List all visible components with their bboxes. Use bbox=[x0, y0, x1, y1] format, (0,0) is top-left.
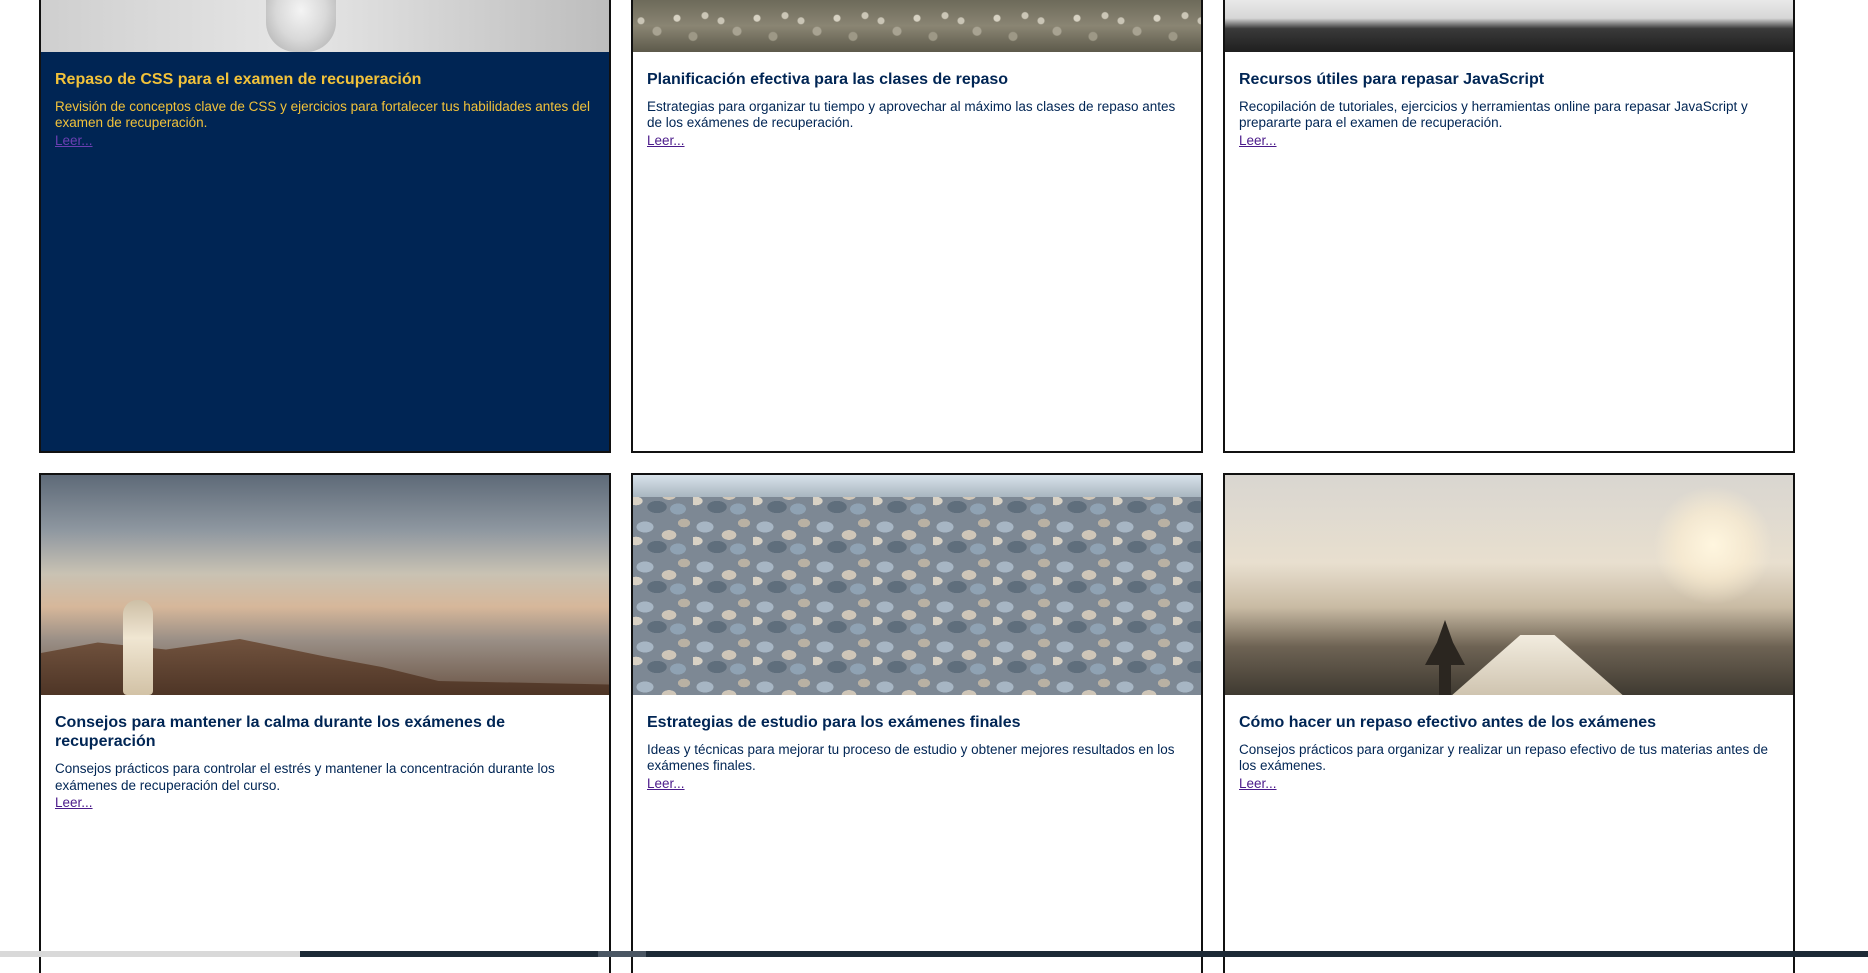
article-card-javascript[interactable]: Recursos útiles para repasar JavaScript … bbox=[1223, 0, 1795, 453]
forest-image bbox=[1225, 0, 1793, 52]
read-more-link[interactable]: Leer... bbox=[1239, 776, 1277, 792]
card-title: Consejos para mantener la calma durante … bbox=[55, 714, 505, 751]
card-title: Recursos útiles para repasar JavaScript bbox=[1239, 71, 1545, 88]
card-title: Planificación efectiva para las clases d… bbox=[647, 71, 1009, 88]
read-more-link[interactable]: Leer... bbox=[55, 795, 93, 811]
card-body: Planificación efectiva para las clases d… bbox=[633, 52, 1201, 150]
taskbar bbox=[0, 951, 1868, 957]
card-body: Cómo hacer un repaso efectivo antes de l… bbox=[1225, 695, 1793, 793]
card-body: Estrategias de estudio para los exámenes… bbox=[633, 695, 1201, 793]
article-card-repaso[interactable]: Cómo hacer un repaso efectivo antes de l… bbox=[1223, 473, 1795, 973]
card-title: Estrategias de estudio para los exámenes… bbox=[647, 714, 1021, 731]
card-description: Ideas y técnicas para mejorar tu proceso… bbox=[647, 742, 1175, 774]
card-body: Repaso de CSS para el examen de recupera… bbox=[41, 52, 609, 150]
card-title: Cómo hacer un repaso efectivo antes de l… bbox=[1239, 714, 1657, 731]
card-description: Consejos prácticos para organizar y real… bbox=[1239, 742, 1769, 774]
read-more-link[interactable]: Leer... bbox=[55, 133, 93, 149]
read-more-link[interactable]: Leer... bbox=[647, 133, 685, 149]
rocks-image bbox=[633, 0, 1201, 52]
read-more-link[interactable]: Leer... bbox=[1239, 133, 1277, 149]
article-card-estrategias[interactable]: Estrategias de estudio para los exámenes… bbox=[631, 473, 1203, 973]
card-description: Consejos prácticos para controlar el est… bbox=[55, 761, 555, 793]
pebbles-image bbox=[633, 475, 1201, 695]
card-description: Recopilación de tutoriales, ejercicios y… bbox=[1239, 99, 1748, 131]
card-body: Consejos para mantener la calma durante … bbox=[41, 695, 609, 812]
card-description: Estrategias para organizar tu tiempo y a… bbox=[647, 99, 1176, 131]
taskbar-segment bbox=[598, 951, 646, 957]
article-card-calma[interactable]: Consejos para mantener la calma durante … bbox=[39, 473, 611, 973]
card-body: Recursos útiles para repasar JavaScript … bbox=[1225, 52, 1793, 150]
statue-image bbox=[41, 0, 609, 52]
card-description: Revisión de conceptos clave de CSS y eje… bbox=[55, 99, 591, 131]
taskbar-segment bbox=[0, 951, 300, 957]
card-title: Repaso de CSS para el examen de recupera… bbox=[55, 71, 422, 88]
sunrise-monk-image bbox=[41, 475, 609, 695]
valley-sunrise-image bbox=[1225, 475, 1793, 695]
article-card-css[interactable]: Repaso de CSS para el examen de recupera… bbox=[39, 0, 611, 453]
read-more-link[interactable]: Leer... bbox=[647, 776, 685, 792]
article-grid: Repaso de CSS para el examen de recupera… bbox=[39, 0, 1795, 973]
article-card-planificacion[interactable]: Planificación efectiva para las clases d… bbox=[631, 0, 1203, 453]
